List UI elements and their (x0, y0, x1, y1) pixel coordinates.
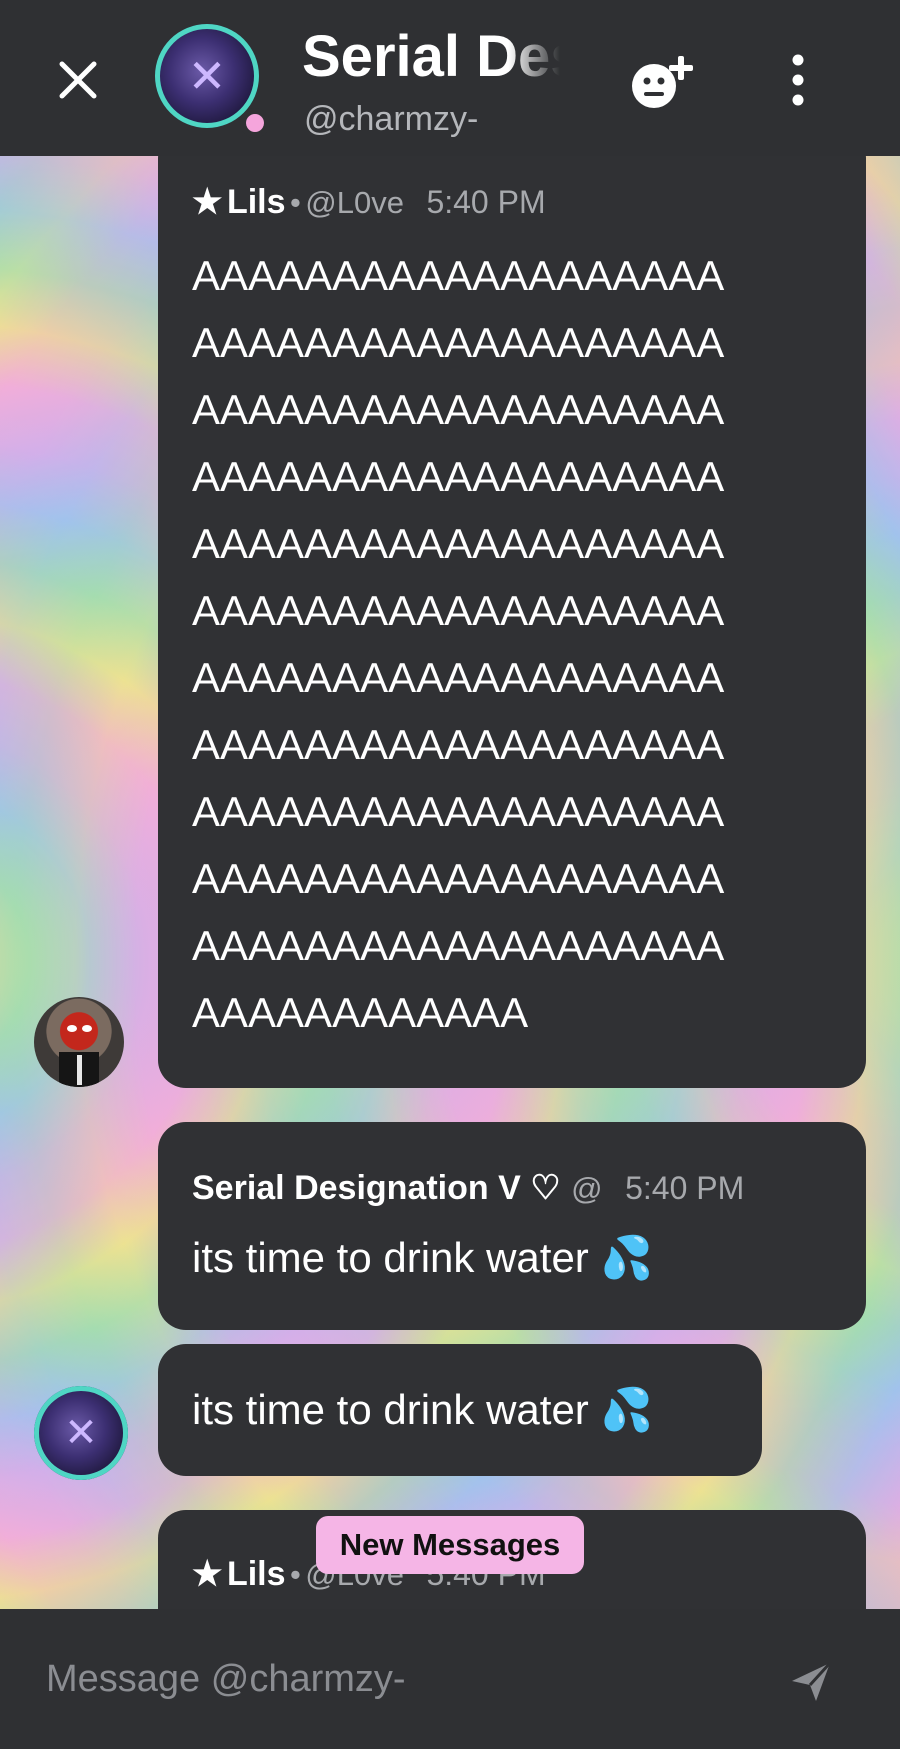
contact-handle: @charmzy- (304, 100, 479, 138)
message-bubble[interactable]: its time to drink water 💦 (158, 1344, 762, 1476)
message-header: Serial Designation V ♡ @ 5:40 PM (192, 1168, 744, 1208)
text-line: AAAAAAAAAAAAAAAAAAA (192, 922, 725, 969)
chat-header: ✕ Serial Designation V @charmzy- (0, 0, 900, 156)
message-handle: @L0ve (305, 185, 404, 220)
add-friend-icon (632, 56, 693, 108)
text-line: AAAAAAAAAAAAAAAAAAA (192, 386, 725, 433)
text-line: AAAAAAAAAAAAAAAAAAA (192, 788, 725, 835)
send-icon (792, 1661, 832, 1701)
status-indicator (240, 108, 270, 138)
message-text: AAAAAAAAAAAAAAAAAAA AAAAAAAAAAAAAAAAAAA … (192, 242, 724, 1046)
separator-dot: • (289, 185, 301, 220)
text-line: AAAAAAAAAAAAAAAAAAA (192, 453, 725, 500)
text-line: AAAAAAAAAAAAAAAAAAA (192, 654, 725, 701)
message-header: ★ Lils • @L0ve 5:40 PM (192, 182, 546, 222)
text-line: AAAAAAAAAAAAAAAAAAA (192, 855, 725, 902)
message-text: its time to drink water 💦 (192, 1386, 653, 1433)
close-icon (59, 61, 97, 99)
message-handle: @ (571, 1171, 603, 1206)
author-star-icon: ★ (192, 1555, 223, 1593)
contact-name[interactable]: Serial Designation V (302, 22, 560, 92)
contact-avatar-small[interactable]: ✕ (34, 1386, 128, 1480)
message-author[interactable]: Lils (227, 183, 286, 221)
text-line: AAAAAAAAAAAAAAAAAAA (192, 587, 725, 634)
message-time: 5:40 PM (426, 184, 546, 220)
more-options-button[interactable] (780, 52, 816, 108)
close-button[interactable] (50, 52, 106, 108)
message-input[interactable] (30, 1639, 782, 1719)
message-time: 5:40 PM (625, 1170, 745, 1206)
message-text: its time to drink water 💦 (192, 1234, 653, 1281)
message-bubble[interactable]: Serial Designation V ♡ @ 5:40 PM its tim… (158, 1122, 866, 1330)
orb-avatar-icon: ✕ (64, 1410, 98, 1456)
user-avatar[interactable] (34, 997, 124, 1087)
text-line: AAAAAAAAAAAAAAAAAAA (192, 252, 725, 299)
add-friend-button[interactable] (626, 42, 706, 122)
send-button[interactable] (786, 1657, 836, 1707)
message-author[interactable]: Lils (227, 1555, 286, 1593)
message-composer (0, 1609, 900, 1749)
text-line: AAAAAAAAAAAA (192, 989, 529, 1036)
separator-dot: • (289, 1557, 301, 1592)
message-bubble[interactable]: ★ Lils • @L0ve 5:40 PM AAAAAAAAAAAAAAAAA… (158, 130, 866, 1088)
text-line: AAAAAAAAAAAAAAAAAAA (192, 721, 725, 768)
text-line: AAAAAAAAAAAAAAAAAAA (192, 319, 725, 366)
author-star-icon: ★ (192, 183, 223, 221)
new-messages-pill[interactable]: New Messages (316, 1516, 584, 1574)
text-line: AAAAAAAAAAAAAAAAAAA (192, 520, 725, 567)
more-options-icon (792, 54, 804, 106)
message-author[interactable]: Serial Designation V ♡ (192, 1169, 561, 1207)
